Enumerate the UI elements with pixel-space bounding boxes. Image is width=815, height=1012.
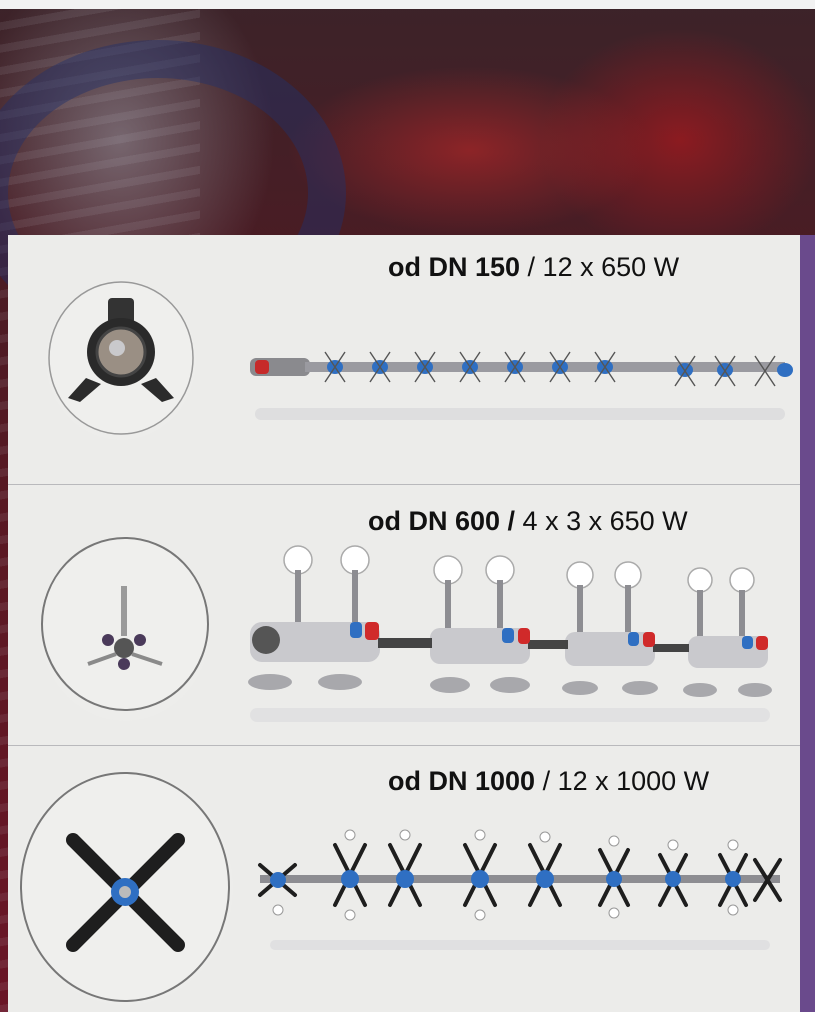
- accent-stripe: [800, 235, 815, 1012]
- robot-dn150: [250, 351, 793, 420]
- robot-dn1000: [258, 829, 782, 950]
- row-divider: [8, 484, 800, 485]
- row-divider: [8, 745, 800, 746]
- model-label-dn600: od DN 600 / 4 x 3 x 650 W: [368, 506, 688, 536]
- cross-section-dn600: [40, 536, 210, 721]
- cross-section-dn150: [46, 280, 196, 440]
- cross-section-dn1000: [18, 770, 233, 1005]
- model-label-dn150: od DN 150 / 12 x 650 W: [388, 252, 680, 282]
- robot-dn600: [248, 545, 772, 722]
- top-bar: [0, 0, 815, 9]
